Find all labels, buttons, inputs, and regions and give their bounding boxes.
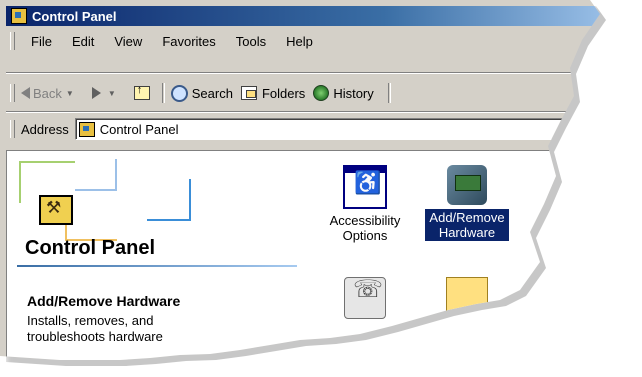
control-panel-banner: [17, 159, 197, 239]
forward-dropdown-icon[interactable]: ▼: [108, 89, 116, 98]
history-label: History: [333, 85, 374, 101]
search-icon: [171, 85, 188, 102]
menu-tools[interactable]: Tools: [226, 34, 276, 49]
toolbar-grip[interactable]: [10, 84, 15, 102]
info-description: Installs, removes, and troubleshoots har…: [27, 313, 163, 344]
menu-view[interactable]: View: [104, 34, 152, 49]
folders-label: Folders: [261, 85, 306, 101]
back-label: Back: [33, 85, 62, 101]
address-bar: Address Control Panel: [6, 116, 636, 142]
banner-square-lightblue: [147, 179, 191, 221]
address-divider: [6, 111, 636, 113]
folders-icon: [241, 86, 257, 100]
menu-help[interactable]: Help: [276, 34, 323, 49]
title-bar[interactable]: Control Panel: [6, 6, 636, 26]
back-arrow-icon: [21, 87, 30, 99]
menu-edit[interactable]: Edit: [62, 34, 104, 49]
history-button[interactable]: History: [313, 85, 373, 101]
menubar-grip[interactable]: [10, 32, 15, 50]
window-title: Control Panel: [32, 8, 117, 24]
up-folder-icon[interactable]: [134, 86, 150, 100]
explorer-window: Control Panel File Edit View Favorites T…: [0, 0, 642, 371]
search-button[interactable]: Search: [171, 85, 233, 102]
banner-square-blue: [75, 159, 117, 191]
forward-arrow-icon: [92, 87, 101, 99]
info-title: Add/Remove Hardware: [27, 293, 181, 309]
item-label: Accessibility Options: [329, 213, 401, 243]
accessibility-icon: [343, 165, 387, 209]
control-panel-small-icon: [79, 122, 95, 137]
hardware-icon: [447, 165, 487, 205]
address-field[interactable]: Control Panel: [75, 118, 617, 140]
toolbar-separator-2: [388, 83, 391, 103]
back-button[interactable]: Back ▼: [21, 86, 78, 101]
control-panel-icon: [11, 8, 27, 24]
item-add-remove-hardware[interactable]: Add/Remove Hardware: [425, 165, 509, 241]
address-label: Address: [21, 121, 69, 137]
addressbar-grip[interactable]: [10, 120, 15, 138]
menu-bar: File Edit View Favorites Tools Help: [6, 29, 636, 53]
back-dropdown-icon[interactable]: ▼: [66, 89, 74, 98]
heading-underline: [17, 265, 297, 267]
address-value: Control Panel: [99, 121, 179, 137]
history-icon: [313, 85, 329, 101]
panel-heading: Control Panel: [25, 237, 156, 259]
forward-button[interactable]: ▼: [86, 87, 120, 99]
fax-icon: [344, 277, 386, 319]
standard-toolbar: Back ▼ ▼ Search Folders History: [6, 78, 636, 108]
search-label: Search: [191, 85, 233, 101]
menu-file[interactable]: File: [21, 34, 62, 49]
item-fax[interactable]: [323, 277, 407, 323]
torn-window-clip: Control Panel File Edit View Favorites T…: [0, 0, 642, 371]
menu-favorites[interactable]: Favorites: [152, 34, 225, 49]
toolbar-divider: [6, 72, 636, 74]
item-accessibility-options[interactable]: Accessibility Options: [323, 165, 407, 243]
item-label-selected: Add/Remove Hardware: [425, 209, 509, 241]
folders-button[interactable]: Folders: [241, 86, 305, 101]
toolbar-separator: [162, 83, 165, 103]
control-panel-large-icon: [39, 195, 73, 225]
